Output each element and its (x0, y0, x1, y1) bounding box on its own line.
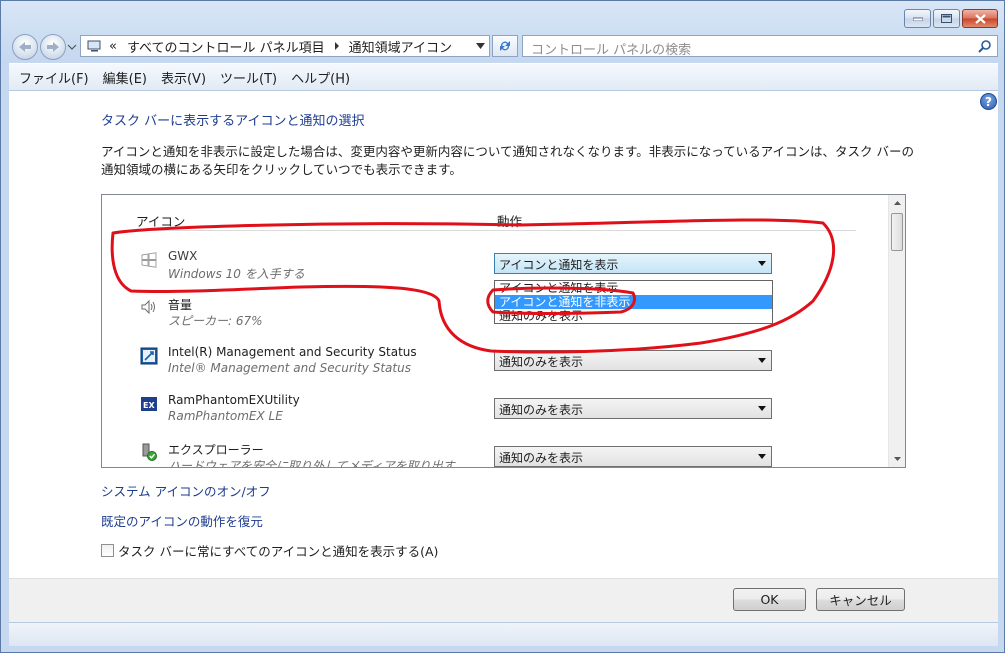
forward-button[interactable] (40, 34, 66, 60)
chevron-down-icon (758, 261, 766, 266)
row-subtitle: スピーカー: 67% (168, 314, 263, 328)
row-name: RamPhantomEXUtility (168, 393, 300, 407)
dropdown-option-show[interactable]: アイコンと通知を表示 (495, 281, 772, 295)
row-subtitle: RamPhantomEX LE (168, 409, 283, 423)
content-pane: ? タスク バーに表示するアイコンと通知の選択 アイコンと通知を非表示に設定した… (9, 91, 998, 578)
list-scrollbar[interactable] (888, 195, 905, 467)
behavior-select-intel[interactable]: 通知のみを表示 (494, 350, 772, 371)
maximize-button[interactable] (933, 9, 960, 28)
safely-remove-icon (142, 443, 157, 461)
behavior-select-explorer[interactable]: 通知のみを表示 (494, 446, 772, 467)
restore-defaults-link[interactable]: 既定のアイコンの動作を復元 (101, 511, 263, 530)
row-subtitle: Windows 10 を入手する (168, 267, 305, 281)
minimize-icon (912, 17, 923, 21)
breadcrumb-chevron-icon[interactable] (333, 41, 341, 51)
cancel-button[interactable]: キャンセル (816, 588, 905, 611)
scroll-up-button[interactable] (889, 195, 905, 211)
scroll-down-icon (893, 457, 901, 461)
intel-security-icon (140, 347, 158, 365)
ramphantom-icon: EX (141, 397, 157, 411)
menu-file[interactable]: ファイル(F) (19, 68, 89, 87)
row-subtitle: ハードウェアを安全に取り外してメディアを取り出す (168, 459, 455, 468)
speaker-icon (141, 299, 155, 315)
menu-help[interactable]: ヘルプ(H) (291, 68, 350, 87)
search-input[interactable]: コントロール パネルの検索 (522, 35, 998, 58)
computer-icon (87, 40, 101, 52)
address-bar[interactable]: « すべてのコントロール パネル項目 通知領域アイコン (80, 35, 490, 57)
svg-text:EX: EX (143, 401, 155, 410)
status-bar (9, 622, 998, 646)
breadcrumb-item-control-panel[interactable]: すべてのコントロール パネル項目 (127, 37, 325, 56)
search-icon[interactable] (978, 40, 991, 53)
close-button[interactable] (962, 9, 998, 28)
windows-logo-icon (141, 252, 157, 268)
address-dropdown-icon[interactable] (476, 42, 485, 50)
page-description: アイコンと通知を非表示に設定した場合は、変更内容や更新内容について通知されなくな… (101, 144, 914, 177)
select-value: 通知のみを表示 (499, 403, 584, 417)
column-header-behavior: 動作 (497, 214, 523, 229)
address-prefix[interactable]: « (109, 39, 117, 54)
menu-bar: ファイル(F) 編集(E) 表示(V) ツール(T) ヘルプ(H) (9, 63, 998, 91)
chevron-down-icon (758, 406, 766, 411)
behavior-dropdown-list[interactable]: アイコンと通知を表示 アイコンと通知を非表示 通知のみを表示 (494, 280, 773, 324)
select-value: 通知のみを表示 (499, 355, 584, 369)
always-show-checkbox-row[interactable]: タスク バーに常にすべてのアイコンと通知を表示する(A) (101, 541, 438, 560)
dropdown-option-hide[interactable]: アイコンと通知を非表示 (495, 295, 772, 309)
scroll-thumb[interactable] (891, 213, 903, 251)
row-name: GWX (168, 249, 198, 263)
refresh-button[interactable] (492, 35, 518, 57)
minimize-button[interactable] (904, 9, 931, 28)
notification-icon-list[interactable]: アイコン 動作 GWX Windows 10 を入手する 音量 スピーカー: 6… (101, 194, 906, 468)
window-frame: « すべてのコントロール パネル項目 通知領域アイコン コントロール パネルの検… (0, 0, 1005, 653)
behavior-select-ramphantom[interactable]: 通知のみを表示 (494, 398, 772, 419)
back-arrow-icon (19, 42, 31, 52)
behavior-select-gwx[interactable]: アイコンと通知を表示 (494, 253, 772, 274)
select-value: 通知のみを表示 (499, 451, 584, 465)
search-placeholder: コントロール パネルの検索 (531, 43, 692, 58)
refresh-icon (500, 41, 510, 51)
row-name: Intel(R) Management and Security Status (168, 345, 417, 359)
menu-view[interactable]: 表示(V) (161, 68, 206, 87)
help-icon[interactable]: ? (980, 93, 997, 110)
breadcrumb-item-notification-icons[interactable]: 通知領域アイコン (349, 37, 452, 56)
row-name: 音量 (168, 298, 193, 312)
close-icon (974, 13, 986, 24)
menu-tools[interactable]: ツール(T) (220, 68, 277, 87)
ok-button[interactable]: OK (733, 588, 806, 611)
maximize-icon (941, 14, 952, 23)
scroll-up-icon (893, 201, 901, 205)
chevron-down-icon (758, 454, 766, 459)
header-divider (136, 230, 856, 231)
chevron-down-icon (758, 358, 766, 363)
select-value: アイコンと通知を表示 (499, 258, 619, 272)
column-header-icon: アイコン (136, 214, 186, 229)
back-button[interactable] (12, 34, 38, 60)
dialog-footer: OK キャンセル (9, 578, 998, 622)
row-name: エクスプローラー (168, 443, 264, 457)
recent-pages-chevron-icon[interactable] (67, 41, 77, 53)
forward-arrow-icon (47, 42, 59, 52)
always-show-checkbox[interactable] (101, 544, 114, 557)
scroll-down-button[interactable] (889, 451, 905, 467)
menu-edit[interactable]: 編集(E) (103, 68, 147, 87)
row-subtitle: Intel® Management and Security Status (168, 361, 411, 375)
page-title: タスク バーに表示するアイコンと通知の選択 (101, 114, 365, 129)
system-icons-link[interactable]: システム アイコンのオン/オフ (101, 481, 271, 500)
dropdown-option-notify-only[interactable]: 通知のみを表示 (495, 309, 772, 323)
always-show-label[interactable]: タスク バーに常にすべてのアイコンと通知を表示する(A) (118, 541, 438, 560)
